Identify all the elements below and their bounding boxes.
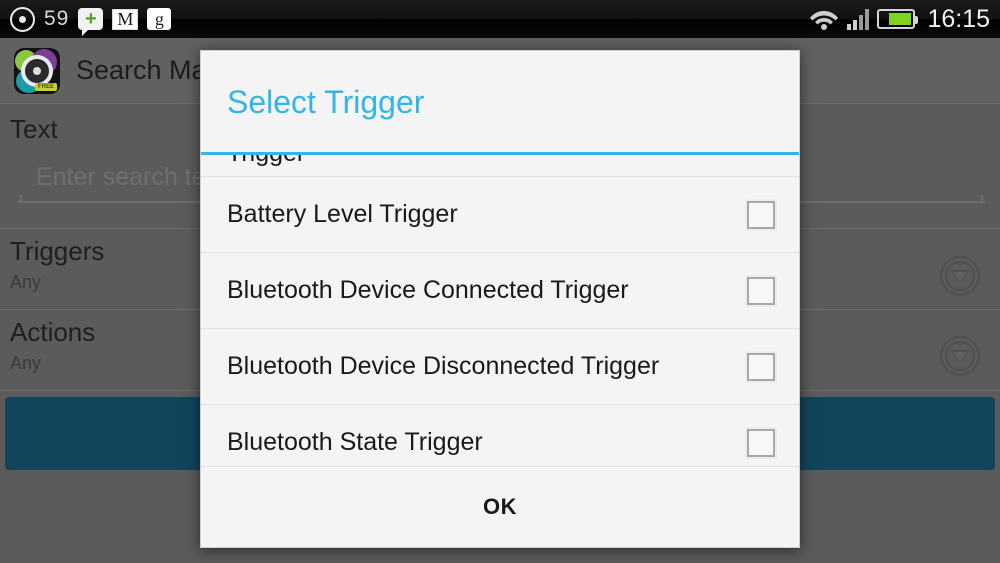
cellular-signal-icon [847,8,870,30]
dialog-footer: OK [201,466,799,547]
gplus-g-glyph: g [154,9,164,29]
list-item[interactable]: Bluetooth Device Disconnected Trigger [201,329,799,405]
battery-icon [877,9,919,29]
app-icon-search-man: FREE [14,47,60,94]
select-trigger-dialog: Select Trigger Trigger Battery Level Tri… [200,50,800,548]
list-item-partial[interactable]: Trigger [201,155,799,177]
list-item-label: Bluetooth Device Disconnected Trigger [227,352,660,380]
dialog-trigger-list[interactable]: Trigger Battery Level Trigger Bluetooth … [201,155,799,466]
list-item-checkbox[interactable] [747,428,775,457]
list-item-label: Battery Level Trigger [227,200,458,228]
list-item[interactable]: Battery Level Trigger [201,177,799,253]
google-plus-icon: g [147,8,172,30]
list-item[interactable]: Bluetooth State Trigger [201,405,799,466]
chevron-down-circle-icon[interactable] [940,336,980,376]
status-bar-left: 59 + M g [10,6,809,36]
hangouts-plus-glyph: + [85,8,97,30]
ok-button[interactable]: OK [477,493,523,521]
status-bar: 59 + M g 16:15 [0,0,1000,38]
chevron-down-circle-icon[interactable] [940,256,980,296]
wifi-icon [810,11,839,30]
circle-dot-icon [10,6,35,32]
dialog-title-bar: Select Trigger [201,51,799,155]
battery-fill [889,13,912,25]
gmail-icon: M [112,8,139,30]
list-item-label: Bluetooth Device Connected Trigger [227,276,629,304]
status-bar-clock: 16:15 [927,4,990,33]
gmail-m-glyph: M [117,9,134,29]
app-icon-free-badge: FREE [34,82,57,91]
list-item-checkbox[interactable] [747,276,775,305]
list-item[interactable]: Bluetooth Device Connected Trigger [201,253,799,329]
list-item-label: Trigger [227,155,775,166]
dialog-title: Select Trigger [227,83,425,120]
notification-count: 59 [44,7,70,30]
list-item-checkbox[interactable] [747,352,775,381]
hangouts-icon: + [78,8,104,36]
phone-screen: 59 + M g 16:15 FREE Search Man Text Ente… [0,0,1000,563]
list-item-label: Bluetooth State Trigger [227,428,483,456]
status-bar-right: 16:15 [809,5,990,34]
list-item-checkbox[interactable] [747,200,775,229]
